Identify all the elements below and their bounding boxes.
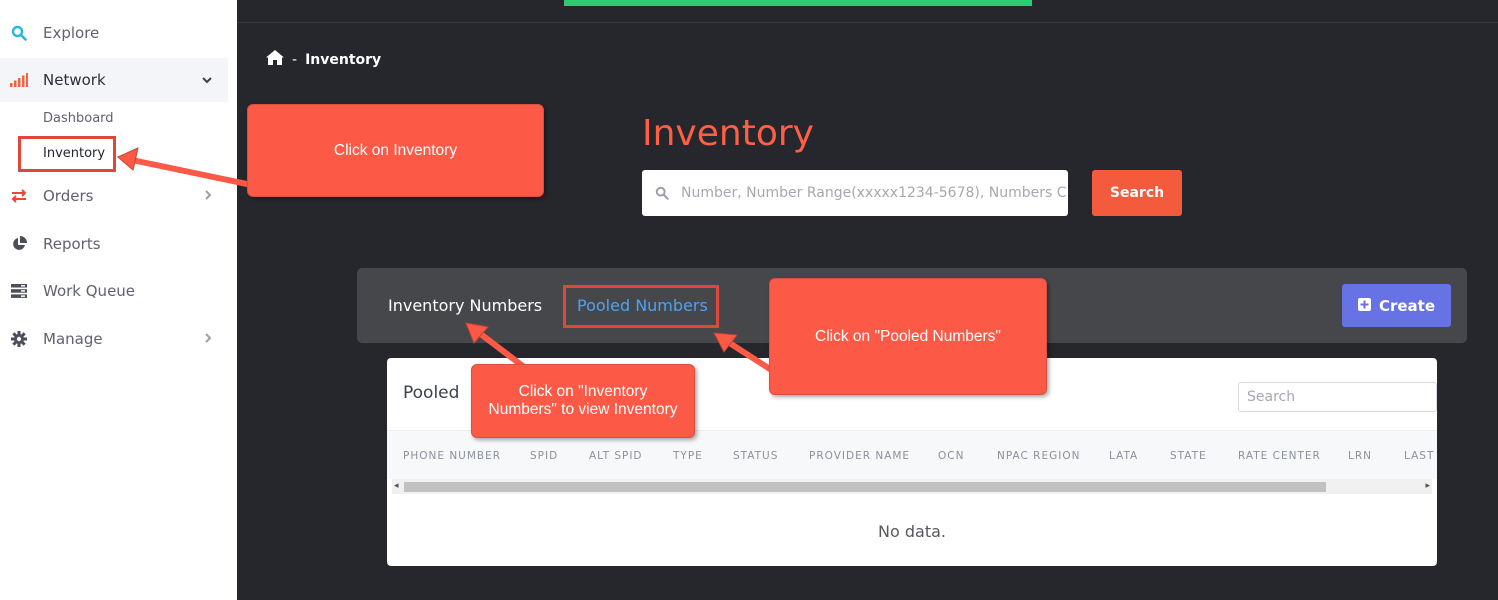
breadcrumb-current: Inventory: [305, 51, 382, 68]
sidebar-item-network[interactable]: Network: [0, 58, 228, 102]
sidebar-item-label: Explore: [43, 24, 100, 42]
search-input[interactable]: [679, 184, 1068, 202]
page-title: Inventory: [642, 113, 814, 154]
column-header[interactable]: SPID: [530, 450, 558, 462]
scrollbar-thumb[interactable]: [404, 482, 1326, 492]
callout-text: Click on "Pooled Numbers": [815, 327, 1001, 345]
breadcrumb-separator: -: [292, 51, 298, 68]
callout-text: Click on Inventory: [333, 141, 458, 159]
callout-inventory: Click on Inventory: [247, 104, 544, 197]
create-button-label: Create: [1378, 296, 1436, 315]
column-header[interactable]: ALT SPID: [589, 450, 643, 462]
column-header[interactable]: PROVIDER NAME: [809, 450, 910, 462]
column-header[interactable]: OCN: [938, 450, 964, 462]
empty-state-text: No data.: [878, 522, 946, 541]
column-header[interactable]: TYPE: [673, 450, 703, 462]
column-header[interactable]: LRN: [1348, 450, 1372, 462]
sidebar: Explore Network Dashboard Inventory Orde…: [0, 0, 237, 600]
sidebar-item-orders[interactable]: Orders: [0, 174, 228, 218]
search-field[interactable]: [642, 170, 1068, 216]
sidebar-item-label: Orders: [43, 187, 94, 205]
progress-bar: [564, 0, 1032, 6]
create-button[interactable]: Create: [1342, 284, 1451, 327]
chevron-right-icon: [205, 332, 212, 347]
table-search-input[interactable]: [1238, 382, 1437, 412]
header-divider: [237, 22, 1498, 23]
sidebar-item-label: Reports: [43, 235, 101, 253]
sidebar-item-manage[interactable]: Manage: [0, 317, 228, 361]
column-header[interactable]: RATE CENTER: [1238, 450, 1321, 462]
callout-text-line2: Numbers" to view Inventory: [488, 401, 678, 418]
sidebar-item-label: Manage: [43, 330, 103, 348]
tab-inventory-numbers[interactable]: Inventory Numbers: [388, 296, 542, 315]
sidebar-item-label: Work Queue: [43, 282, 136, 300]
card-title: Pooled: [403, 383, 460, 403]
chevron-right-icon: [205, 189, 212, 204]
search-button[interactable]: Search: [1092, 170, 1182, 216]
sidebar-item-work-queue[interactable]: Work Queue: [0, 269, 228, 313]
scroll-left-arrow-icon[interactable]: ◂: [394, 480, 399, 491]
column-header[interactable]: NPAC REGION: [997, 450, 1080, 462]
highlight-box-pooled: [563, 285, 719, 328]
column-header[interactable]: PHONE NUMBER: [403, 450, 501, 462]
tasks-icon: [9, 281, 29, 301]
signal-icon: [9, 70, 29, 90]
column-header[interactable]: STATE: [1170, 450, 1207, 462]
callout-pooled: Click on "Pooled Numbers": [769, 278, 1047, 395]
search-icon: [655, 186, 669, 200]
sidebar-item-label: Network: [43, 71, 106, 89]
column-header[interactable]: LAST P: [1404, 450, 1437, 462]
highlight-box-inventory: [18, 136, 116, 172]
column-header[interactable]: STATUS: [733, 450, 778, 462]
chevron-down-icon: [202, 73, 212, 88]
callout-text-line1: Click on "Inventory: [518, 383, 648, 400]
sidebar-subitem-dashboard[interactable]: Dashboard: [43, 111, 114, 126]
pie-chart-icon: [9, 234, 29, 254]
sidebar-item-explore[interactable]: Explore: [0, 11, 228, 55]
sidebar-item-reports[interactable]: Reports: [0, 222, 228, 266]
home-icon[interactable]: [266, 50, 284, 69]
horizontal-scrollbar[interactable]: ◂ ▸: [392, 479, 1432, 494]
plus-square-icon: [1357, 297, 1371, 315]
gear-icon: [9, 329, 29, 349]
search-icon: [9, 23, 29, 43]
callout-inventory-numbers: Click on "Inventory Numbers" to view Inv…: [471, 364, 695, 438]
column-header[interactable]: LATA: [1109, 450, 1138, 462]
exchange-icon: [9, 186, 29, 206]
breadcrumb: - Inventory: [266, 50, 381, 69]
scroll-right-arrow-icon[interactable]: ▸: [1425, 480, 1430, 491]
